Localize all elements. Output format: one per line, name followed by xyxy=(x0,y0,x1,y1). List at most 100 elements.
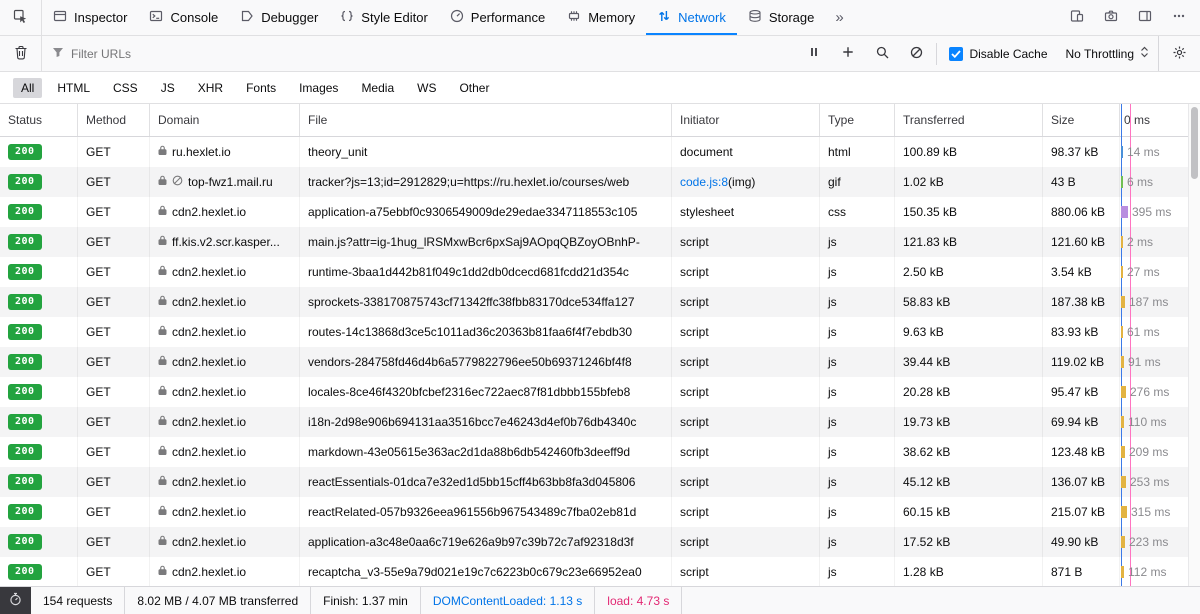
status-cell: 200 xyxy=(0,497,78,527)
initiator-link[interactable]: code.js:8 xyxy=(680,175,728,189)
performance-analysis-button[interactable] xyxy=(0,587,31,614)
table-row[interactable]: 200 GET cdn2.hexlet.io vendors-284758fd4… xyxy=(0,347,1200,377)
pick-element-icon xyxy=(13,9,28,27)
column-header-initiator[interactable]: Initiator xyxy=(672,104,820,136)
column-header-file[interactable]: File xyxy=(300,104,672,136)
table-row[interactable]: 200 GET cdn2.hexlet.io i18n-2d98e906b694… xyxy=(0,407,1200,437)
tab-performance[interactable]: Performance xyxy=(439,0,556,35)
column-header-transferred[interactable]: Transferred xyxy=(895,104,1043,136)
table-row[interactable]: 200 GET cdn2.hexlet.io application-a3c48… xyxy=(0,527,1200,557)
column-header-status[interactable]: Status xyxy=(0,104,78,136)
status-cell: 200 xyxy=(0,527,78,557)
table-row[interactable]: 200 GET cdn2.hexlet.io application-a75eb… xyxy=(0,197,1200,227)
transferred-summary: 8.02 MB / 4.07 MB transferred xyxy=(125,587,311,614)
table-row[interactable]: 200 GET cdn2.hexlet.io routes-14c13868d3… xyxy=(0,317,1200,347)
domain-text: cdn2.hexlet.io xyxy=(172,385,246,399)
network-settings-button[interactable] xyxy=(1158,36,1200,71)
dock-button[interactable] xyxy=(1128,0,1162,35)
filter-css[interactable]: CSS xyxy=(105,78,146,98)
tab-storage[interactable]: Storage xyxy=(737,0,826,35)
gear-icon xyxy=(1172,45,1187,63)
clear-requests-button[interactable] xyxy=(0,36,42,71)
filter-other[interactable]: Other xyxy=(451,78,497,98)
tab-network[interactable]: Network xyxy=(646,0,737,35)
responsive-design-mode-button[interactable] xyxy=(1060,0,1094,35)
pick-element-button[interactable] xyxy=(0,0,42,35)
filter-urls-box xyxy=(42,36,797,71)
transferred-cell: 39.44 kB xyxy=(895,347,1043,377)
vertical-scrollbar[interactable] xyxy=(1188,104,1200,586)
filter-all[interactable]: All xyxy=(13,78,42,98)
size-cell: 119.02 kB xyxy=(1043,347,1120,377)
screenshot-button[interactable] xyxy=(1094,0,1128,35)
search-requests-button[interactable] xyxy=(865,36,899,71)
scrollbar-thumb[interactable] xyxy=(1191,107,1198,179)
size-cell: 123.48 kB xyxy=(1043,437,1120,467)
column-header-method[interactable]: Method xyxy=(78,104,150,136)
column-header-domain[interactable]: Domain xyxy=(150,104,300,136)
status-badge: 200 xyxy=(8,144,42,160)
dom-content-loaded-time: DOMContentLoaded: 1.13 s xyxy=(421,587,595,614)
column-header-type[interactable]: Type xyxy=(820,104,895,136)
pause-traffic-button[interactable] xyxy=(797,36,831,71)
waterfall-time: 110 ms xyxy=(1128,415,1166,429)
table-row[interactable]: 200 GET top-fwz1.mail.ru tracker?js=13;i… xyxy=(0,167,1200,197)
initiator-cell: script xyxy=(672,557,820,586)
filter-js[interactable]: JS xyxy=(153,78,183,98)
transferred-cell: 58.83 kB xyxy=(895,287,1043,317)
status-cell: 200 xyxy=(0,167,78,197)
throttling-select[interactable]: No Throttling xyxy=(1057,36,1158,71)
filter-images[interactable]: Images xyxy=(291,78,346,98)
devtools-menu-button[interactable] xyxy=(1162,0,1196,35)
file-cell: locales-8ce46f4320bfcbef2316ec722aec87f8… xyxy=(300,377,672,407)
disable-cache-control[interactable]: Disable Cache xyxy=(940,36,1056,71)
waterfall-time: 6 ms xyxy=(1127,175,1153,189)
table-row[interactable]: 200 GET cdn2.hexlet.io reactRelated-057b… xyxy=(0,497,1200,527)
filter-ws[interactable]: WS xyxy=(409,78,444,98)
file-cell: sprockets-338170875743cf71342ffc38fbb831… xyxy=(300,287,672,317)
table-row[interactable]: 200 GET cdn2.hexlet.io sprockets-3381708… xyxy=(0,287,1200,317)
table-row[interactable]: 200 GET ru.hexlet.io theory_unit documen… xyxy=(0,137,1200,167)
disable-cache-checkbox[interactable] xyxy=(949,47,963,61)
block-requests-button[interactable] xyxy=(899,36,933,71)
table-row[interactable]: 200 GET cdn2.hexlet.io markdown-43e05615… xyxy=(0,437,1200,467)
status-badge: 200 xyxy=(8,414,42,430)
domain-cell: cdn2.hexlet.io xyxy=(150,347,300,377)
filter-media[interactable]: Media xyxy=(353,78,402,98)
lock-icon xyxy=(158,235,167,249)
tab-label: Debugger xyxy=(261,10,318,25)
stopwatch-icon xyxy=(9,592,22,609)
table-row[interactable]: 200 GET cdn2.hexlet.io reactEssentials-0… xyxy=(0,467,1200,497)
status-cell: 200 xyxy=(0,557,78,586)
size-cell: 43 B xyxy=(1043,167,1120,197)
column-header-size[interactable]: Size xyxy=(1043,104,1120,136)
file-cell: vendors-284758fd46d4b6a5779822796ee50b69… xyxy=(300,347,672,377)
filter-urls-input[interactable] xyxy=(71,47,787,61)
table-row[interactable]: 200 GET cdn2.hexlet.io runtime-3baa1d442… xyxy=(0,257,1200,287)
file-cell: runtime-3baa1d442b81f049c1dd2db0dcecd681… xyxy=(300,257,672,287)
initiator-text: script xyxy=(680,235,709,249)
devtools-tabbar: Inspector Console Debugger Style Editor … xyxy=(0,0,1200,36)
tab-inspector[interactable]: Inspector xyxy=(42,0,138,35)
table-row[interactable]: 200 GET ff.kis.v2.scr.kasper... main.js?… xyxy=(0,227,1200,257)
method-cell: GET xyxy=(78,137,150,167)
filter-fonts[interactable]: Fonts xyxy=(238,78,284,98)
domain-text: cdn2.hexlet.io xyxy=(172,415,246,429)
tab-console[interactable]: Console xyxy=(138,0,229,35)
filter-xhr[interactable]: XHR xyxy=(190,78,231,98)
tab-debugger[interactable]: Debugger xyxy=(229,0,329,35)
tab-style-editor[interactable]: Style Editor xyxy=(329,0,438,35)
new-request-button[interactable] xyxy=(831,36,865,71)
more-tools-button[interactable]: » xyxy=(825,0,853,35)
table-row[interactable]: 200 GET cdn2.hexlet.io recaptcha_v3-55e9… xyxy=(0,557,1200,586)
waterfall-bar xyxy=(1121,326,1123,338)
file-cell: recaptcha_v3-55e9a79d021e19c7c6223b0c679… xyxy=(300,557,672,586)
method-cell: GET xyxy=(78,377,150,407)
initiator-text: script xyxy=(680,445,709,459)
filter-html[interactable]: HTML xyxy=(49,78,98,98)
domain-text: top-fwz1.mail.ru xyxy=(188,175,273,189)
file-cell: tracker?js=13;id=2912829;u=https://ru.he… xyxy=(300,167,672,197)
tab-memory[interactable]: Memory xyxy=(556,0,646,35)
status-cell: 200 xyxy=(0,137,78,167)
table-row[interactable]: 200 GET cdn2.hexlet.io locales-8ce46f432… xyxy=(0,377,1200,407)
